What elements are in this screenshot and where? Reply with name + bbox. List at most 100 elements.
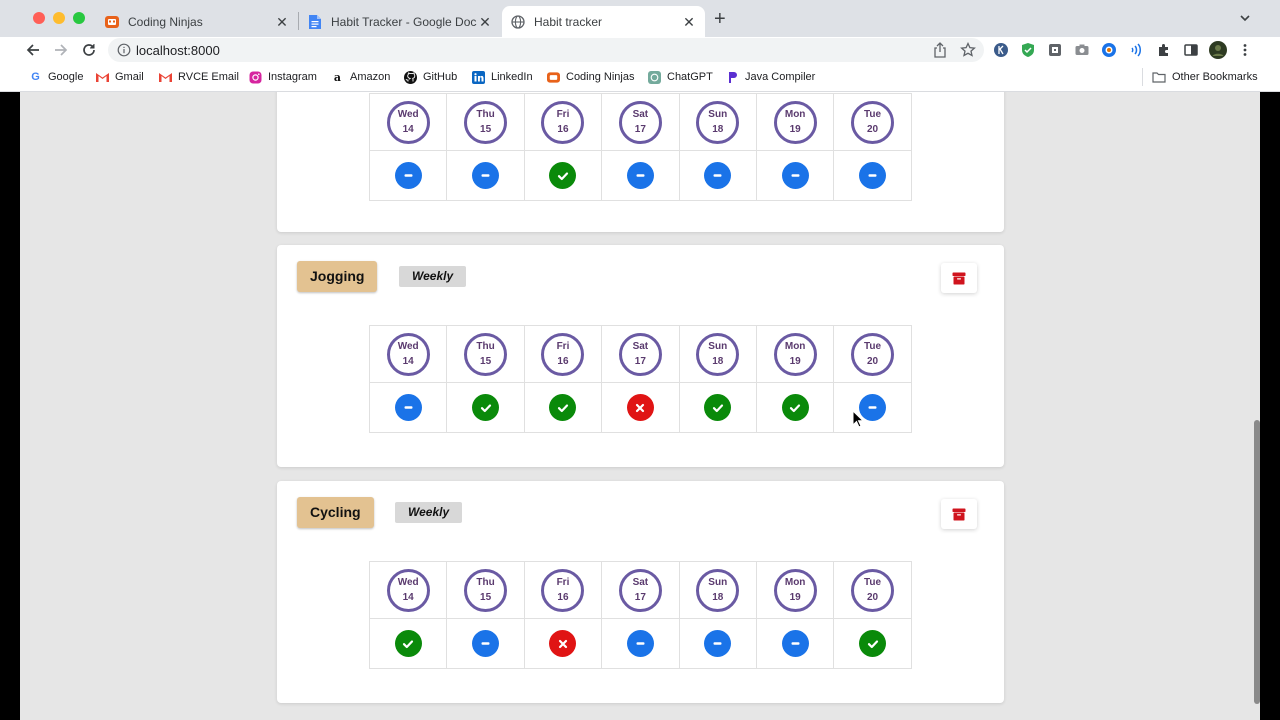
close-tab-icon[interactable]: ✕ [477,14,493,30]
side-panel-icon[interactable] [1183,42,1199,58]
tab-habit-tracker[interactable]: Habit tracker ✕ [502,6,705,37]
bookmark-gmail[interactable]: Gmail [96,69,144,85]
day-header-cell: Sat 17 [602,562,680,619]
shield-icon[interactable] [1020,42,1036,58]
day-date: 16 [557,124,569,135]
bookmark-linkedin[interactable]: LinkedIn [472,69,533,85]
bookmark-coding-ninjas[interactable]: Coding Ninjas [547,69,634,85]
status-cell [679,151,757,201]
day-header-cell: Mon 19 [756,94,835,151]
close-tab-icon[interactable]: ✕ [274,14,290,30]
audio-wave-icon[interactable] [1128,42,1144,58]
globe-icon [510,14,526,30]
status-done-button[interactable] [472,394,500,421]
info-icon[interactable] [117,43,131,57]
status-done-button[interactable] [859,630,887,657]
day-date: 20 [866,592,879,603]
status-done-button[interactable] [549,394,577,421]
url-text: localhost:8000 [136,43,220,58]
more-vert-icon[interactable] [1237,42,1253,58]
maximize-window-button[interactable] [73,12,85,24]
bookmark-label: GitHub [423,71,458,83]
status-none-button[interactable] [781,630,809,657]
minus-icon [791,642,800,645]
puzzle-extension-icon[interactable] [1047,42,1063,58]
day-header-cell: Sun 18 [679,94,757,151]
status-done-button[interactable] [781,394,809,421]
bookmark-chatgpt[interactable]: ChatGPT [648,69,713,85]
day-header-cell: Thu 15 [447,94,525,151]
other-bookmarks-folder[interactable]: Other Bookmarks [1152,69,1258,85]
delete-habit-button[interactable] [941,499,977,529]
day-circle: Tue 20 [851,332,895,376]
forward-icon[interactable] [52,41,70,59]
page-scrollbar[interactable] [1254,420,1260,704]
extensions-puzzle-icon[interactable] [1156,42,1172,58]
status-none-button[interactable] [626,162,654,189]
bookmark-java-compiler[interactable]: Java Compiler [726,69,815,85]
status-done-button[interactable] [549,162,577,189]
bookmark-star-icon[interactable] [960,41,976,58]
status-none-button[interactable] [394,394,422,421]
status-done-button[interactable] [394,630,422,657]
bookmark-rvce-email[interactable]: RVCE Email [159,69,239,85]
status-not-done-button[interactable] [549,630,577,657]
bookmark-amazon[interactable]: a Amazon [331,69,390,85]
bookmark-instagram[interactable]: Instagram [249,69,317,85]
day-name: Tue [864,109,882,120]
status-cell [834,383,912,433]
bookmark-github[interactable]: GitHub [404,69,457,85]
habit-card: Wed 14 Thu 15 Fri 16 Sat 17 Sun 18 Mon 19 Tue 20 [277,92,1004,232]
google-docs-icon [307,14,323,30]
day-circle: Wed 14 [386,100,430,144]
day-name: Fri [556,577,570,588]
camera-icon[interactable] [1074,42,1090,58]
status-cell [447,619,525,669]
status-none-button[interactable] [394,162,422,189]
check-icon [790,403,801,412]
habit-card: Jogging Weekly Wed 14 Thu 15 Fri 16 Sat 17 Sun 18… [277,245,1004,467]
close-window-button[interactable] [33,12,45,24]
delete-habit-button[interactable] [941,263,977,293]
check-icon [557,171,569,180]
minimize-window-button[interactable] [53,12,65,24]
day-date: 14 [402,356,414,367]
close-tab-icon[interactable]: ✕ [681,14,697,30]
day-name: Mon [784,577,806,588]
day-circle: Sun 18 [696,100,740,144]
chevron-down-icon[interactable] [1238,11,1252,25]
status-cell [679,619,757,669]
new-tab-icon[interactable]: + [714,9,726,29]
tab-coding-ninjas[interactable]: Coding Ninjas ✕ [96,6,298,37]
status-none-button[interactable] [626,630,654,657]
back-icon[interactable] [24,41,42,59]
status-none-button[interactable] [472,630,500,657]
day-name: Fri [556,109,570,120]
status-none-button[interactable] [704,630,732,657]
extension-k-icon[interactable] [993,42,1009,58]
check-icon [712,403,723,412]
share-icon[interactable] [933,42,947,58]
day-date: 16 [557,356,569,367]
status-none-button[interactable] [472,162,500,189]
status-none-button[interactable] [859,162,887,189]
day-header-cell: Wed 14 [370,94,448,151]
habit-name: Cycling [297,497,374,528]
status-cell [602,619,680,669]
day-name: Sat [632,341,649,352]
day-date: 19 [789,356,801,367]
tab-habit-tracker-docs[interactable]: Habit Tracker - Google Docs ✕ [299,6,501,37]
day-header-cell: Sat 17 [602,326,680,383]
address-bar[interactable]: localhost:8000 [108,38,984,62]
x-icon [558,639,568,648]
status-none-button[interactable] [704,162,732,189]
bookmark-google[interactable]: G Google [29,69,83,85]
status-done-button[interactable] [704,394,732,421]
java-compiler-icon [726,71,739,84]
color-picker-icon[interactable] [1101,42,1117,58]
status-cell [756,383,835,433]
status-not-done-button[interactable] [626,394,654,421]
reload-icon[interactable] [80,41,98,59]
status-none-button[interactable] [781,162,809,189]
profile-avatar-icon[interactable] [1209,41,1227,59]
